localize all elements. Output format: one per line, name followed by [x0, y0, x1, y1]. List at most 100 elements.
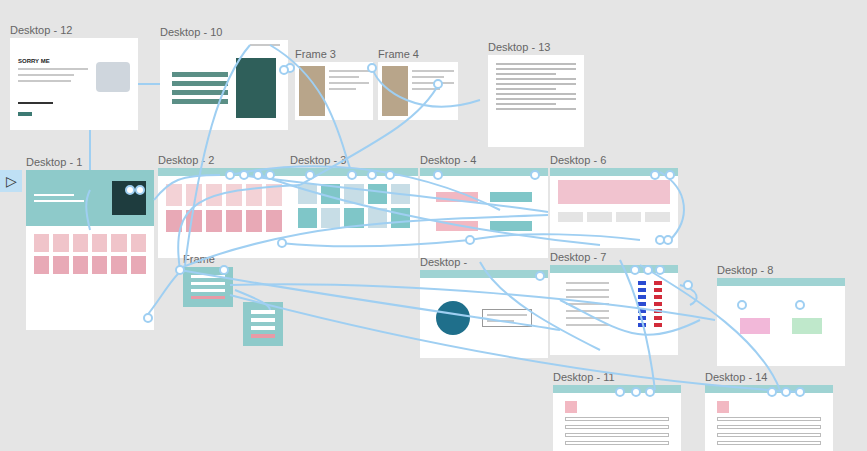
- row-button[interactable]: [654, 288, 662, 292]
- input-field[interactable]: [191, 282, 225, 285]
- input-field[interactable]: [172, 81, 228, 86]
- submit-button[interactable]: [191, 296, 225, 299]
- book-card[interactable]: [73, 234, 88, 252]
- info-card[interactable]: [645, 212, 670, 222]
- frame-label[interactable]: Desktop - 11: [553, 372, 615, 383]
- option-button[interactable]: [436, 221, 478, 231]
- book-card[interactable]: [226, 210, 242, 232]
- frame[interactable]: [488, 55, 584, 147]
- list-row[interactable]: [566, 288, 662, 292]
- frame-label[interactable]: Frame 4: [378, 49, 419, 60]
- info-card[interactable]: [558, 212, 583, 222]
- frame-label[interactable]: Desktop - 12: [10, 25, 72, 36]
- input-field[interactable]: [565, 425, 669, 429]
- frame-label[interactable]: Desktop - 7: [550, 252, 606, 263]
- frame[interactable]: [160, 40, 288, 130]
- row-button[interactable]: [638, 309, 646, 313]
- row-button[interactable]: [638, 316, 646, 320]
- book-card[interactable]: [53, 234, 68, 252]
- frame-label[interactable]: Desktop - 8: [717, 265, 773, 276]
- frame[interactable]: [243, 302, 283, 346]
- choice-card[interactable]: [792, 318, 822, 334]
- image-tile[interactable]: [344, 184, 363, 204]
- option-button[interactable]: [490, 192, 532, 202]
- frame-label[interactable]: Desktop - 4: [420, 155, 476, 166]
- input-field[interactable]: [565, 433, 669, 437]
- book-card[interactable]: [131, 256, 146, 274]
- book-card[interactable]: [92, 234, 107, 252]
- submit-button[interactable]: [251, 334, 275, 338]
- input-field[interactable]: [191, 275, 225, 278]
- book-card[interactable]: [226, 184, 242, 206]
- frame-label[interactable]: Desktop - 6: [550, 155, 606, 166]
- list-row[interactable]: [566, 302, 662, 306]
- cta-button[interactable]: [18, 112, 32, 116]
- row-button[interactable]: [638, 295, 646, 299]
- input-field[interactable]: [717, 417, 821, 421]
- play-button[interactable]: ▷: [0, 170, 22, 192]
- frame[interactable]: [550, 168, 678, 248]
- row-button[interactable]: [654, 316, 662, 320]
- input-field[interactable]: [251, 310, 275, 314]
- book-card[interactable]: [73, 256, 88, 274]
- row-button[interactable]: [654, 302, 662, 306]
- image-tile[interactable]: [391, 184, 410, 204]
- frame[interactable]: [183, 267, 233, 307]
- row-button[interactable]: [654, 323, 662, 327]
- frame[interactable]: [295, 62, 373, 120]
- frame-label[interactable]: Desktop - 3: [290, 155, 346, 166]
- image-tile[interactable]: [298, 184, 317, 204]
- frame-label[interactable]: Desktop - 10: [160, 27, 222, 38]
- image-tile[interactable]: [391, 208, 410, 228]
- input-field[interactable]: [565, 441, 669, 445]
- option-button[interactable]: [490, 221, 532, 231]
- row-button[interactable]: [638, 323, 646, 327]
- book-card[interactable]: [34, 234, 49, 252]
- book-card[interactable]: [206, 210, 222, 232]
- input-field[interactable]: [717, 441, 821, 445]
- row-button[interactable]: [654, 281, 662, 285]
- book-card[interactable]: [166, 210, 182, 232]
- frame[interactable]: [290, 168, 418, 258]
- option-button[interactable]: [436, 192, 478, 202]
- book-card[interactable]: [186, 184, 202, 206]
- frame[interactable]: [378, 62, 458, 120]
- frame-label[interactable]: Desktop - 1: [26, 157, 82, 168]
- input-field[interactable]: [717, 425, 821, 429]
- input-field[interactable]: [191, 289, 225, 292]
- row-button[interactable]: [638, 281, 646, 285]
- choice-card[interactable]: [740, 318, 770, 334]
- frame-label[interactable]: Desktop - 14: [705, 372, 767, 383]
- book-card[interactable]: [53, 256, 68, 274]
- frame[interactable]: [26, 170, 154, 330]
- list-row[interactable]: [566, 295, 662, 299]
- image-tile[interactable]: [298, 208, 317, 228]
- list-row[interactable]: [566, 281, 662, 285]
- book-card[interactable]: [246, 210, 262, 232]
- row-button[interactable]: [654, 295, 662, 299]
- info-card[interactable]: [616, 212, 641, 222]
- list-row[interactable]: [566, 316, 662, 320]
- info-card[interactable]: [587, 212, 612, 222]
- book-card[interactable]: [266, 210, 282, 232]
- image-tile[interactable]: [321, 184, 340, 204]
- input-field[interactable]: [172, 90, 228, 95]
- image-tile[interactable]: [368, 184, 387, 204]
- book-card[interactable]: [246, 184, 262, 206]
- book-card[interactable]: [131, 234, 146, 252]
- prototype-canvas[interactable]: Desktop - 12SORRY MEDesktop - 10Frame 3F…: [0, 0, 867, 451]
- frame[interactable]: [553, 385, 681, 451]
- input-field[interactable]: [251, 326, 275, 330]
- frame[interactable]: [420, 168, 548, 258]
- frame-label[interactable]: Desktop - 13: [488, 42, 550, 53]
- input-field[interactable]: [565, 417, 669, 421]
- input-field[interactable]: [717, 433, 821, 437]
- list-row[interactable]: [566, 309, 662, 313]
- frame[interactable]: SORRY ME: [10, 38, 138, 130]
- input-field[interactable]: [172, 99, 228, 104]
- frame[interactable]: [717, 278, 845, 366]
- list-row[interactable]: [566, 323, 662, 327]
- frame[interactable]: [705, 385, 833, 451]
- book-card[interactable]: [111, 256, 126, 274]
- input-field[interactable]: [172, 72, 228, 77]
